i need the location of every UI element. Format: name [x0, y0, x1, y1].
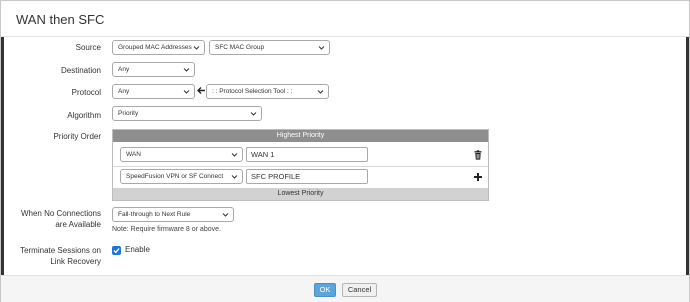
chevron-down-icon — [183, 66, 190, 73]
priority-row-name-field[interactable]: SFC PROFILE — [246, 169, 368, 184]
dialog-header: WAN then SFC — [1, 1, 689, 37]
no-connections-value: Fall-through to Next Rule — [118, 211, 191, 218]
chevron-down-icon — [183, 88, 190, 95]
source-label: Source — [75, 43, 101, 52]
terminate-sessions-label-line2: Link Recovery — [50, 257, 101, 266]
algorithm-value: Priority — [118, 110, 139, 117]
destination-value: Any — [118, 66, 130, 73]
source-type-value: Grouped MAC Addresses — [118, 44, 192, 51]
source-group-value: SFC MAC Group — [215, 44, 265, 51]
row-divider — [113, 166, 488, 167]
no-connections-label-line1: When No Connections — [20, 209, 101, 218]
checkmark-icon — [113, 248, 120, 254]
priority-row-connection-value: SpeedFusion VPN or SF Connect — [126, 173, 224, 180]
priority-row-connection-value: WAN — [126, 151, 141, 158]
protocol-label: Protocol — [71, 88, 101, 97]
dialog-body: Source Grouped MAC Addresses SFC MAC Gro… — [1, 37, 689, 275]
trash-icon[interactable] — [473, 150, 483, 160]
protocol-tool-value: : : Protocol Selection Tool : : — [212, 88, 293, 95]
priority-row-connection-select[interactable]: SpeedFusion VPN or SF Connect — [120, 169, 243, 184]
chevron-down-icon — [250, 110, 257, 117]
chevron-down-icon — [231, 151, 238, 158]
source-group-select[interactable]: SFC MAC Group — [209, 40, 330, 55]
priority-order-table: Highest Priority WAN WAN 1 SpeedFusion V… — [112, 129, 489, 201]
lowest-priority-footer: Lowest Priority — [113, 188, 488, 200]
scrollbar[interactable] — [686, 37, 689, 275]
dialog-title: WAN then SFC — [16, 12, 105, 27]
destination-select[interactable]: Any — [112, 62, 195, 77]
algorithm-select[interactable]: Priority — [112, 106, 262, 121]
no-connections-label-line2: are Available — [55, 220, 101, 229]
cancel-button[interactable]: Cancel — [342, 283, 377, 297]
source-type-select[interactable]: Grouped MAC Addresses — [112, 40, 205, 55]
chevron-down-icon — [193, 44, 200, 51]
chevron-down-icon — [231, 173, 238, 180]
terminate-sessions-label-line1: Terminate Sessions on — [20, 246, 101, 255]
algorithm-label: Algorithm — [67, 111, 101, 120]
priority-row-connection-select[interactable]: WAN — [120, 147, 243, 162]
chevron-down-icon — [317, 88, 324, 95]
destination-label: Destination — [60, 66, 101, 75]
highest-priority-header: Highest Priority — [113, 130, 488, 142]
rule-dialog: WAN then SFC Source Grouped MAC Addresse… — [0, 0, 690, 302]
protocol-selection-tool-select[interactable]: : : Protocol Selection Tool : : — [206, 84, 329, 99]
no-connections-select[interactable]: Fall-through to Next Rule — [112, 207, 234, 222]
dialog-footer: OK Cancel — [1, 275, 689, 302]
no-connections-label: When No Connections are Available — [1, 208, 101, 230]
chevron-down-icon — [318, 44, 325, 51]
arrow-left-icon — [197, 86, 206, 95]
protocol-select[interactable]: Any — [112, 84, 195, 99]
firmware-note: Note: Require firmware 8 or above. — [112, 226, 221, 233]
chevron-down-icon — [222, 211, 229, 218]
plus-icon[interactable] — [473, 172, 483, 182]
enable-checkbox[interactable] — [112, 246, 121, 255]
enable-label: Enable — [125, 245, 150, 254]
priority-row-name-field[interactable]: WAN 1 — [246, 147, 368, 162]
terminate-sessions-label: Terminate Sessions on Link Recovery — [1, 245, 101, 267]
priority-order-label: Priority Order — [53, 132, 101, 141]
protocol-value: Any — [118, 88, 130, 95]
ok-button[interactable]: OK — [314, 283, 336, 297]
